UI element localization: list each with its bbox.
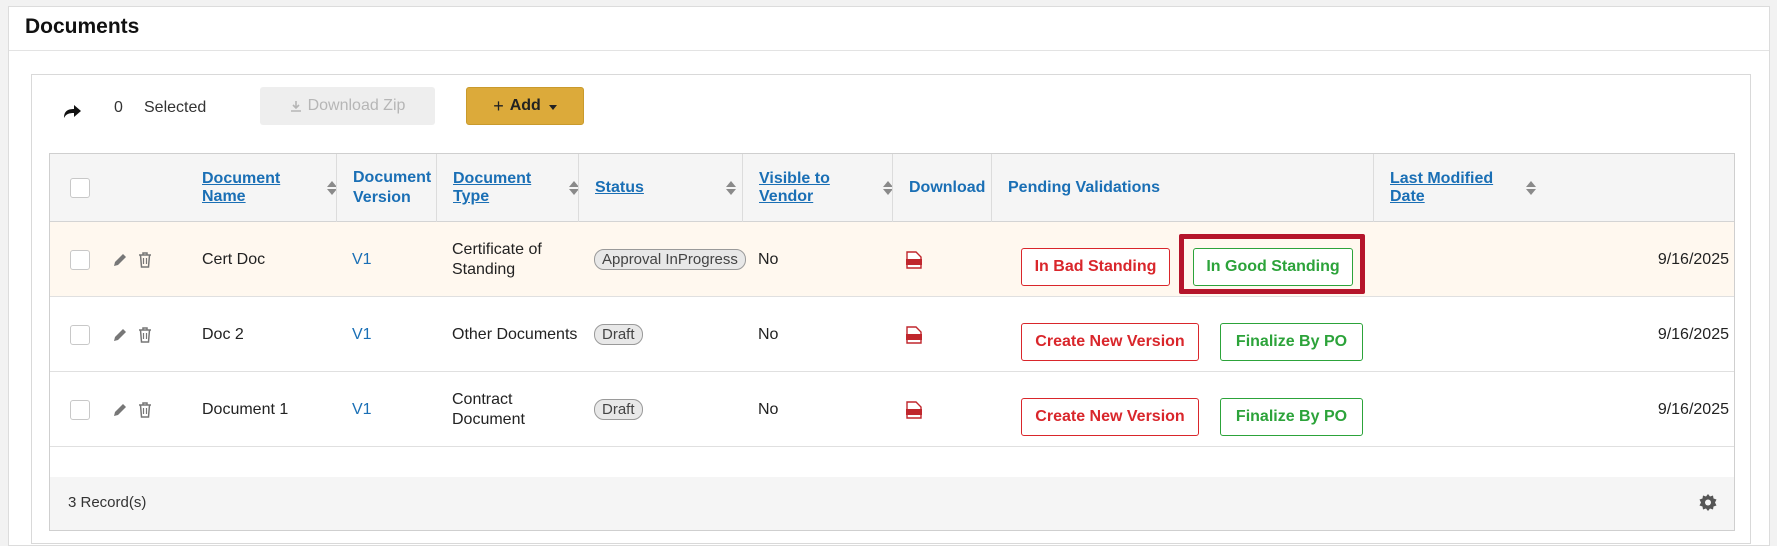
row-actions: [112, 297, 152, 372]
header-status[interactable]: Status: [578, 154, 742, 222]
download-zip-button[interactable]: Download Zip: [260, 87, 435, 125]
document-type-line1: Contract: [452, 390, 513, 408]
chevron-down-icon: [548, 104, 557, 110]
table-row: Cert Doc V1 Certificate of Standing Appro…: [50, 222, 1734, 297]
selected-label: Selected: [144, 99, 207, 116]
download-cell: [906, 222, 922, 297]
header-label-download: Download: [909, 179, 986, 196]
header-label-version: Version: [353, 189, 411, 206]
document-name: Document 1: [202, 400, 289, 418]
gear-icon[interactable]: [1698, 493, 1718, 513]
highlight-annotation-box: [1179, 234, 1365, 294]
pencil-icon[interactable]: [112, 327, 128, 343]
row-checkbox[interactable]: [70, 324, 90, 345]
pdf-icon[interactable]: [906, 250, 922, 269]
document-type: Contract Document: [452, 372, 525, 447]
sort-icon[interactable]: [1525, 181, 1537, 195]
download-icon: [290, 101, 301, 112]
header-pending-validations: Pending Validations: [991, 154, 1373, 222]
document-version-link[interactable]: V1: [352, 372, 372, 447]
document-name: Doc 2: [202, 325, 244, 343]
row-actions: [112, 372, 152, 447]
sort-icon[interactable]: [882, 181, 894, 195]
last-modified-date: 9/16/2025: [1657, 325, 1729, 343]
row-checkbox[interactable]: [70, 399, 90, 420]
row-checkbox-cell: [70, 222, 90, 297]
panel-title: Documents: [25, 15, 140, 38]
sort-link-document-type[interactable]: Document Type: [453, 170, 563, 206]
document-version-link[interactable]: V1: [352, 222, 372, 297]
selected-count: 0: [114, 99, 123, 116]
header-last-modified-date[interactable]: Last Modified Date: [1373, 154, 1537, 222]
documents-container: 0 Selected Download Zip + Add Document N…: [31, 74, 1751, 544]
plus-icon: +: [493, 95, 504, 116]
last-modified-date: 9/16/2025: [1657, 250, 1729, 268]
in-bad-standing-button[interactable]: In Bad Standing: [1021, 248, 1170, 286]
table-header: Document Name Document Version Document …: [50, 154, 1734, 222]
last-modified-date: 9/16/2025: [1657, 400, 1729, 418]
sort-link-last-modified-date[interactable]: Last Modified Date: [1390, 170, 1520, 206]
header-label-pending-validations: Pending Validations: [1008, 179, 1161, 196]
download-cell: [906, 372, 922, 447]
status-cell: Draft: [594, 297, 643, 372]
document-type: Certificate of Standing: [452, 222, 542, 297]
status-badge: Approval InProgress: [594, 249, 746, 270]
sort-icon[interactable]: [326, 181, 338, 195]
header-select-all-cell: [54, 154, 114, 222]
document-name: Cert Doc: [202, 250, 266, 268]
add-label: Add: [509, 97, 541, 114]
documents-table: Document Name Document Version Document …: [49, 153, 1735, 531]
table-row: Doc 2 V1 Other Documents Draft No Create…: [50, 297, 1734, 372]
trash-icon[interactable]: [138, 251, 152, 268]
row-actions: [112, 222, 152, 297]
visible-to-vendor: No: [758, 250, 779, 268]
document-type-line2: Standing: [452, 260, 516, 278]
create-new-version-button[interactable]: Create New Version: [1021, 398, 1199, 436]
documents-panel: Documents 0 Selected Download Zip + Add: [8, 6, 1770, 546]
sort-link-visible-to-vendor[interactable]: Visible to Vendor: [759, 170, 877, 206]
trash-icon[interactable]: [138, 326, 152, 343]
table-row: Document 1 V1 Contract Document Draft No …: [50, 372, 1734, 447]
finalize-by-po-button[interactable]: Finalize By PO: [1220, 323, 1363, 361]
document-type-line2: Document: [452, 410, 525, 428]
pdf-icon[interactable]: [906, 400, 922, 419]
status-badge: Draft: [594, 399, 643, 420]
status-badge: Draft: [594, 324, 643, 345]
pdf-icon[interactable]: [906, 325, 922, 344]
header-document-type[interactable]: Document Type: [436, 154, 580, 222]
create-new-version-button[interactable]: Create New Version: [1021, 323, 1199, 361]
document-type: Other Documents: [452, 325, 578, 343]
visible-to-vendor: No: [758, 400, 779, 418]
document-type-line1: Certificate of: [452, 240, 542, 258]
header-visible-to-vendor[interactable]: Visible to Vendor: [742, 154, 894, 222]
finalize-by-po-button[interactable]: Finalize By PO: [1220, 398, 1363, 436]
sort-icon[interactable]: [726, 181, 736, 195]
header-document-version: Document Version: [336, 154, 436, 222]
table-footer: 3 Record(s): [50, 477, 1734, 530]
divider: [9, 50, 1769, 51]
sort-link-status[interactable]: Status: [595, 179, 644, 197]
status-cell: Draft: [594, 372, 643, 447]
pencil-icon[interactable]: [112, 402, 128, 418]
visible-to-vendor: No: [758, 325, 779, 343]
pencil-icon[interactable]: [112, 252, 128, 268]
share-arrow-icon[interactable]: [62, 103, 82, 119]
sort-link-document-name[interactable]: Document Name: [202, 170, 321, 206]
download-zip-label: Download Zip: [307, 97, 406, 114]
row-checkbox[interactable]: [70, 249, 90, 270]
sort-icon[interactable]: [568, 181, 580, 195]
header-document-name[interactable]: Document Name: [186, 154, 338, 222]
status-cell: Approval InProgress: [594, 222, 746, 297]
trash-icon[interactable]: [138, 401, 152, 418]
record-count: 3 Record(s): [68, 494, 147, 511]
toolbar: 0 Selected Download Zip + Add: [32, 75, 1750, 141]
row-checkbox-cell: [70, 372, 90, 447]
select-all-checkbox[interactable]: [70, 178, 90, 198]
add-button[interactable]: + Add: [466, 87, 584, 125]
download-cell: [906, 297, 922, 372]
header-download: Download: [892, 154, 991, 222]
header-label-document: Document: [353, 169, 432, 186]
document-version-link[interactable]: V1: [352, 297, 372, 372]
row-checkbox-cell: [70, 297, 90, 372]
